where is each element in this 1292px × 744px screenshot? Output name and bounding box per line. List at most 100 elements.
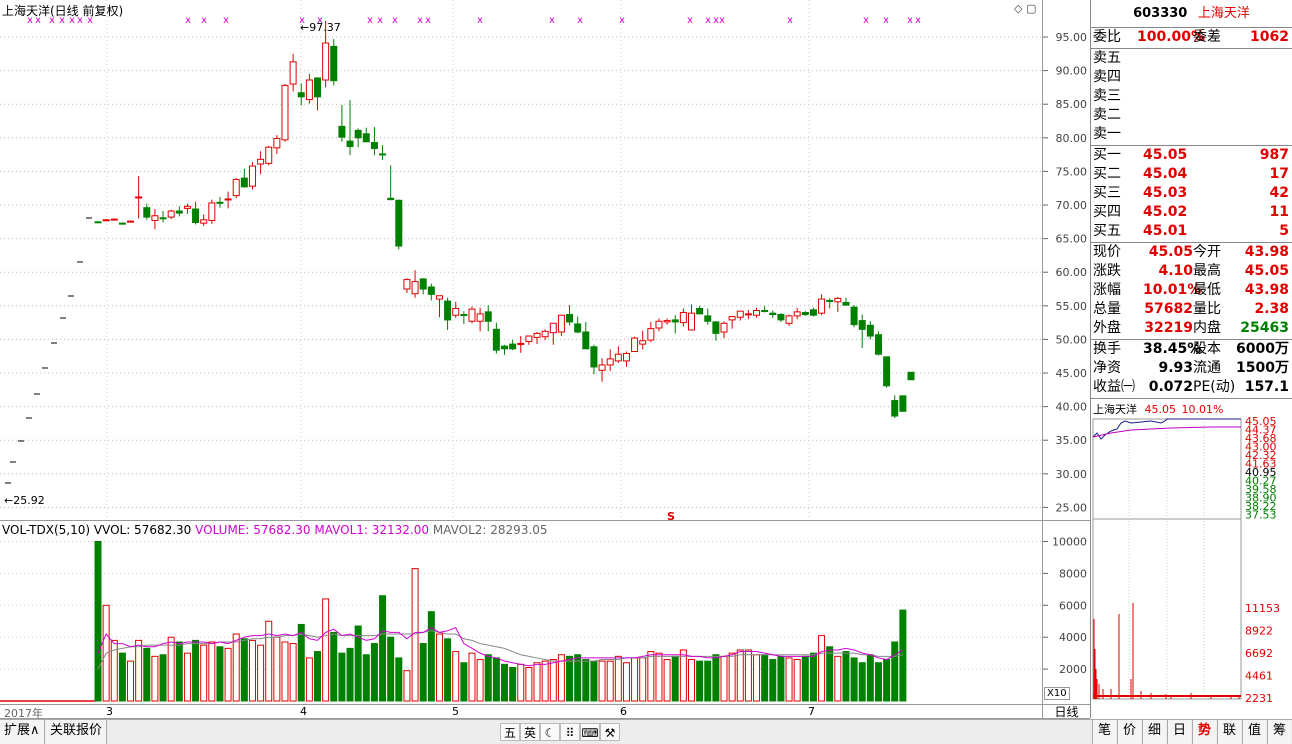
volume-bar [582, 659, 590, 702]
candle-body [712, 321, 720, 334]
limit-mark: x [719, 15, 725, 26]
buy3-volume: 42 [1269, 185, 1289, 201]
buy2-row[interactable]: 买二 45.04 17 [1093, 165, 1291, 184]
volume-bar [118, 652, 126, 702]
volume-bar [346, 647, 354, 702]
price-tick-label: 40.00 [1056, 401, 1088, 414]
volume-bar [314, 651, 322, 702]
volume-canvas[interactable] [0, 521, 1042, 705]
volume-bar [728, 652, 736, 702]
ime-english-icon[interactable]: 英 [520, 723, 540, 741]
candle-body [826, 299, 834, 302]
stat-value: 4.10 [1158, 263, 1193, 279]
limit-mark: x [185, 15, 191, 26]
expand-tab[interactable]: 扩展∧ [0, 720, 45, 744]
volume-tick-label: 2000 [1059, 663, 1087, 676]
scale-badge: X10 [1044, 687, 1070, 700]
candle-body [362, 133, 370, 143]
candle-body [606, 358, 614, 366]
volume-bar [338, 652, 346, 702]
volume-bar [265, 620, 273, 702]
limit-mark: x [69, 15, 75, 26]
candle-body [151, 215, 159, 221]
candle-body [614, 353, 622, 362]
quote-panel: 603330 上海天洋 委比 100.00% 委差 1062 卖五 卖四 卖三 … [1090, 0, 1292, 718]
volume-chart[interactable]: VOL-TDX(5,10) VVOL: 57682.30 VOLUME: 576… [0, 520, 1042, 704]
volume-bar [183, 652, 191, 702]
month-label-5: 5 [452, 705, 459, 718]
volume-bar [240, 638, 248, 702]
moon-icon[interactable]: ☾ [540, 723, 560, 741]
candle-body [590, 346, 598, 368]
candle-body [874, 334, 882, 355]
stat-row: 涨跌 4.10 最高 45.05 [1093, 262, 1291, 281]
candle-body [452, 307, 460, 316]
dots-icon[interactable]: ⠿ [560, 723, 580, 741]
candle-body [444, 300, 452, 321]
tab-chips[interactable]: 筹 [1267, 720, 1291, 744]
tools-icon[interactable]: ⚒ [600, 723, 620, 741]
tab-detail[interactable]: 细 [1142, 720, 1166, 744]
stat-value: 45.05 [1244, 263, 1289, 279]
kline-chart[interactable]: 上海天洋(日线 前复权) xxxxxxxxxxxxxxxxxxxxxxxxxxx… [0, 0, 1042, 520]
buy5-row[interactable]: 买五 45.01 5 [1093, 222, 1291, 241]
related-quote-tab[interactable]: 关联报价 [46, 720, 108, 744]
candle-body [891, 400, 899, 417]
tab-trades[interactable]: 笔 [1092, 720, 1116, 744]
tab-value[interactable]: 值 [1242, 720, 1266, 744]
tab-daily[interactable]: 日 [1167, 720, 1191, 744]
tab-trend[interactable]: 势 [1192, 720, 1216, 744]
price-tick-label: 85.00 [1056, 98, 1088, 111]
volume-bar [379, 595, 387, 702]
candle-body [907, 371, 915, 381]
sell1-row: 卖一 [1093, 125, 1291, 144]
candle-body [435, 295, 443, 300]
stat-label: 涨幅 [1093, 282, 1121, 298]
stat-value: 10.01% [1143, 282, 1202, 298]
sell4-label: 卖四 [1093, 69, 1121, 85]
volume-bar [549, 659, 557, 702]
candle-body [761, 310, 769, 313]
month-label-4: 4 [300, 705, 307, 718]
mini-price-tick: 37.53 [1245, 509, 1277, 522]
candle-body [208, 202, 216, 221]
stat-label: 最高 [1193, 263, 1221, 279]
tab-price[interactable]: 价 [1117, 720, 1141, 744]
volume-bar [850, 657, 858, 702]
buy3-row[interactable]: 买三 45.03 42 [1093, 184, 1291, 203]
volume-bar [598, 660, 606, 702]
volume-bar [257, 644, 265, 702]
stat-label: PE(动) [1193, 379, 1236, 395]
collapse-icon[interactable]: ◇ ▢ [1014, 2, 1036, 15]
candle-body [387, 197, 395, 201]
candle-body [687, 312, 695, 331]
period-label[interactable]: 日线 [1042, 704, 1090, 719]
volume-bar [200, 644, 208, 702]
stat-row: 外盘 32219 内盘 25463 [1093, 319, 1291, 338]
candle-body [842, 301, 850, 306]
candle-body [273, 137, 281, 149]
stat-value: 2.38 [1254, 301, 1289, 317]
volume-bar [273, 636, 281, 702]
price-tick-label: 80.00 [1056, 132, 1088, 145]
buy4-row[interactable]: 买四 45.02 11 [1093, 203, 1291, 222]
volume-bar [777, 655, 785, 702]
ime-five-icon[interactable]: 五 [500, 723, 520, 741]
buy3-label: 买三 [1093, 185, 1121, 201]
tab-related[interactable]: 联 [1217, 720, 1241, 744]
buy5-volume: 5 [1279, 223, 1289, 239]
candle-body [679, 312, 687, 324]
volume-bar [574, 654, 582, 702]
keyboard-icon[interactable]: ⌨ [580, 723, 600, 741]
signal-marker: S [667, 510, 675, 520]
intraday-mini-chart[interactable]: 上海天洋 45.05 10.01% 45.05 44.37 43.68 43.00 42… [1091, 399, 1292, 718]
stat-label: 量比 [1193, 301, 1221, 317]
weibi-row: 委比 100.00% 委差 1062 [1093, 28, 1291, 47]
buy1-row[interactable]: 买一 45.05 987 [1093, 146, 1291, 165]
kline-canvas[interactable]: x x x x x x x x x x x x x x x x x x x x x x x x x x x x x x←97.37←25.… [0, 0, 1042, 520]
volume-tick-label: 4000 [1059, 631, 1087, 644]
candle-body [728, 316, 736, 321]
volume-bar [370, 643, 378, 702]
price-tick-label: 55.00 [1056, 300, 1088, 313]
sell4-row: 卖四 [1093, 68, 1291, 87]
